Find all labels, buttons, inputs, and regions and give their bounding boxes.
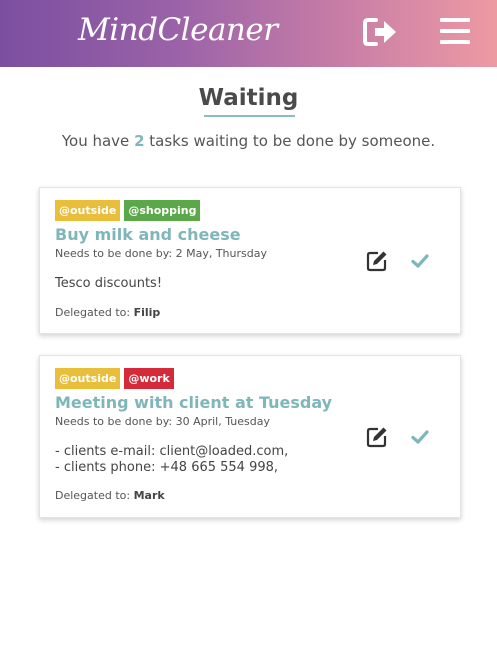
app-header: MindCleaner [0,0,497,67]
description-line: - clients e-mail: client@loaded.com, [55,444,289,459]
summary-suffix: tasks waiting to be done by someone. [149,132,436,150]
delegated-person: Mark [133,489,165,502]
edit-icon[interactable] [366,250,388,272]
tag-work[interactable]: @work [124,368,174,389]
delegated-label: Delegated to: [55,489,131,502]
task-description: - clients e-mail: client@loaded.com, - c… [55,444,288,476]
tag-outside[interactable]: @outside [55,200,121,221]
app-logo[interactable]: MindCleaner [78,12,278,48]
task-count: 2 [134,132,145,150]
edit-icon[interactable] [366,426,388,448]
summary-prefix: You have [61,132,130,150]
tag-shopping[interactable]: @shopping [124,200,201,221]
task-description: Tesco discounts! [55,276,162,292]
tag-list: @outside @work [55,368,174,389]
delegated-info: Delegated to: Filip [55,306,160,319]
description-line: Tesco discounts! [55,276,163,291]
tag-outside[interactable]: @outside [55,368,121,389]
task-card: @outside @work Meeting with client at Tu… [39,355,461,518]
delegated-person: Filip [133,306,161,319]
task-card: @outside @shopping Buy milk and cheese N… [39,187,461,334]
delegated-label: Delegated to: [55,306,131,319]
description-line: - clients phone: +48 665 554 998, [55,460,279,475]
logout-icon[interactable] [363,17,397,47]
delegated-info: Delegated to: Mark [55,489,165,502]
check-icon[interactable] [411,253,429,269]
tasks-summary: You have 2 tasks waiting to be done by s… [0,132,497,150]
check-icon[interactable] [411,429,429,445]
hamburger-menu-icon[interactable] [440,16,470,46]
tag-list: @outside @shopping [55,200,201,221]
task-title[interactable]: Meeting with client at Tuesday [55,393,332,412]
title-underline [204,115,295,117]
page-title: Waiting [198,85,299,111]
task-title[interactable]: Buy milk and cheese [55,225,241,244]
task-due-date: Needs to be done by: 30 April, Tuesday [55,415,270,428]
task-due-date: Needs to be done by: 2 May, Thursday [55,247,267,260]
